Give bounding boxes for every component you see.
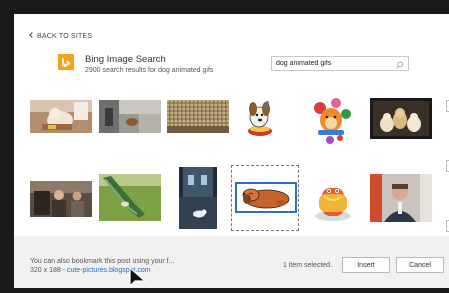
result-dog-fur[interactable] [167, 100, 229, 133]
selected-thumbnail-frame [235, 182, 297, 213]
result-people-room[interactable] [30, 181, 92, 217]
insert-button[interactable]: Insert [342, 257, 390, 273]
image-dimensions: 320 x 188 - [30, 267, 67, 274]
search-icon[interactable] [394, 58, 405, 69]
result-dog-with-sign[interactable] [30, 100, 92, 133]
result-dog-slide[interactable] [99, 174, 161, 221]
cancel-button[interactable]: Cancel [396, 257, 444, 273]
result-room-dog[interactable] [99, 100, 161, 133]
back-to-sites-link[interactable]: BACK TO SITES [29, 32, 93, 40]
mouse-cursor-icon [128, 266, 148, 288]
image-search-dialog: × BACK TO SITES Bing Image Search 2900 s… [14, 14, 449, 288]
result-cartoon-dog-flowers[interactable] [306, 96, 356, 146]
result-dog-night[interactable] [179, 167, 217, 229]
selection-status: 1 item selected. [283, 262, 333, 269]
bing-logo-icon [58, 54, 74, 70]
result-man-video[interactable] [370, 174, 432, 222]
result-cartoon-hotdog[interactable] [308, 174, 358, 224]
search-input[interactable] [272, 57, 394, 70]
results-summary: 2900 search results for dog animated gif… [85, 67, 214, 74]
chevron-left-icon [29, 32, 35, 38]
service-title: Bing Image Search [85, 54, 166, 65]
result-cartoon-sleeping-dog[interactable] [231, 165, 299, 231]
close-button[interactable]: × [443, 16, 449, 30]
result-puppies-group[interactable] [370, 98, 432, 139]
source-description: You can also bookmark this post using yo… [30, 258, 175, 265]
result-cartoon-dog-bowl[interactable] [240, 97, 280, 139]
search-box [271, 56, 409, 71]
back-label: BACK TO SITES [37, 33, 93, 40]
